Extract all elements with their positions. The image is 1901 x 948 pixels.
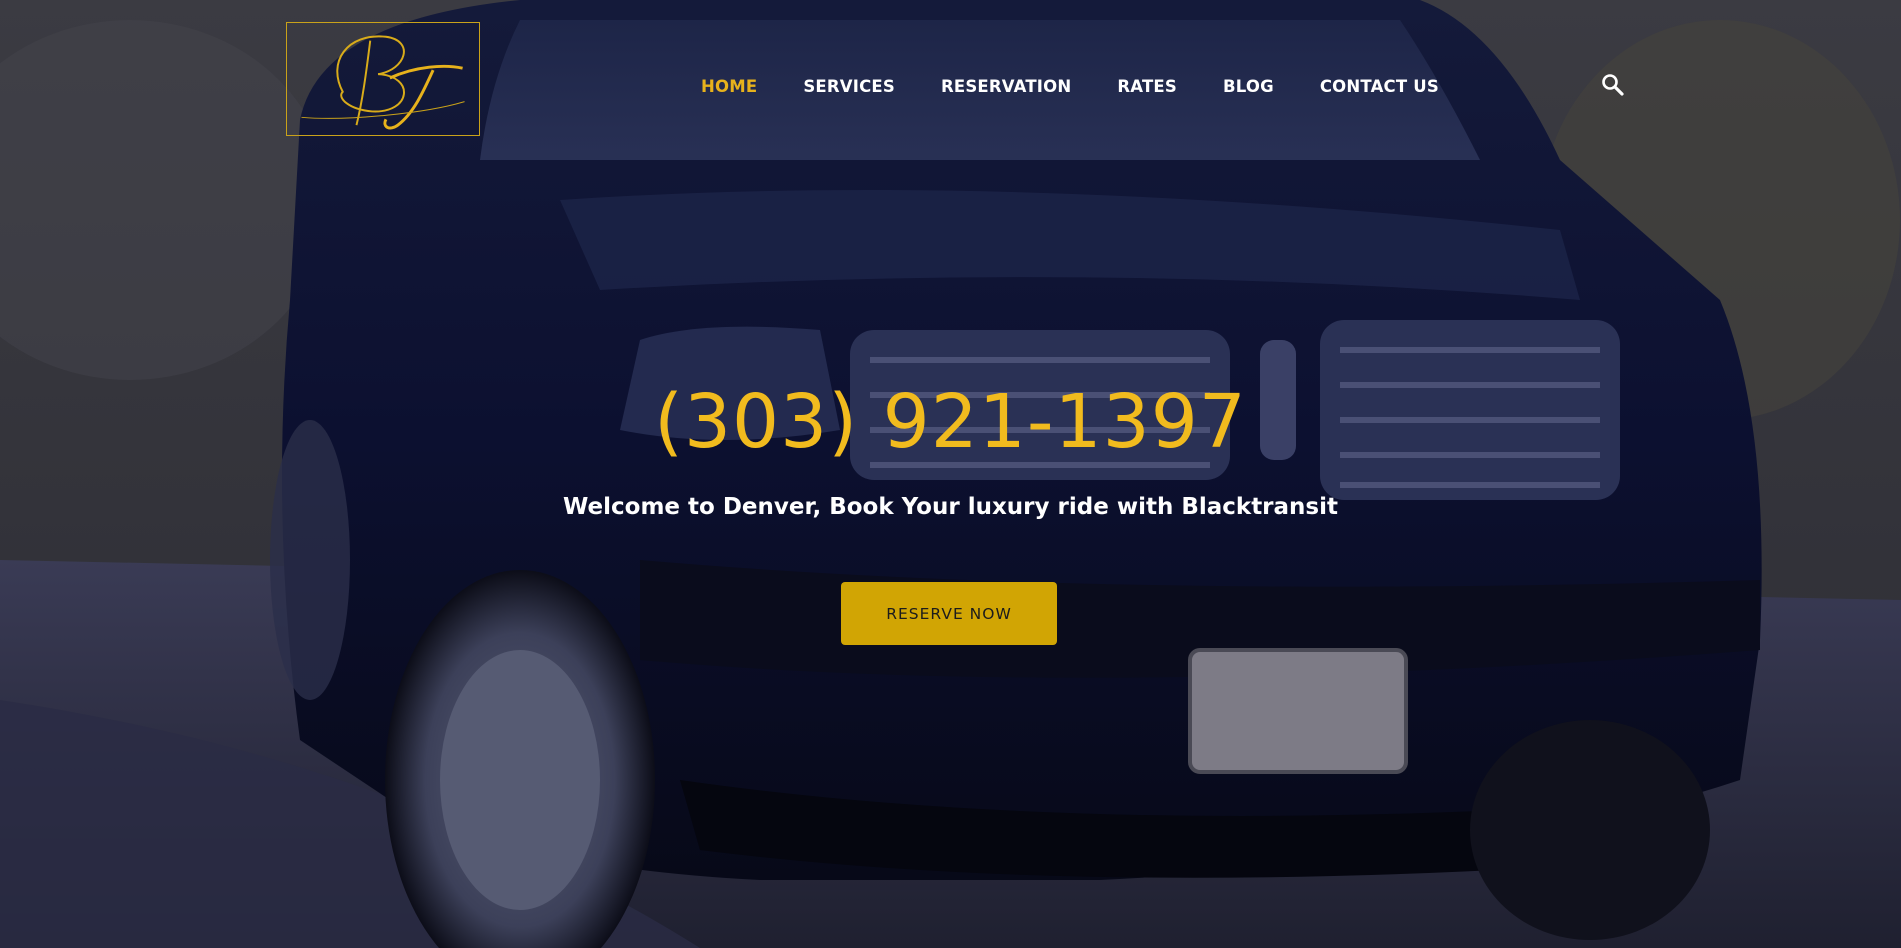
search-icon (1602, 74, 1624, 96)
search-button[interactable] (1600, 72, 1626, 98)
main-navigation: HOME SERVICES RESERVATION RATES BLOG CON… (701, 74, 1439, 98)
hero-section: (303) 921-1397 Welcome to Denver, Book Y… (0, 372, 1901, 522)
nav-item-services[interactable]: SERVICES (803, 77, 895, 96)
reserve-now-button[interactable]: RESERVE NOW (841, 582, 1057, 645)
nav-item-reservation[interactable]: RESERVATION (941, 77, 1071, 96)
hero-tagline: Welcome to Denver, Book Your luxury ride… (563, 494, 1338, 520)
nav-item-blog[interactable]: BLOG (1223, 77, 1274, 96)
logo-monogram-icon (301, 35, 465, 130)
nav-item-contact-us[interactable]: CONTACT US (1320, 77, 1439, 96)
nav-item-home[interactable]: HOME (701, 77, 757, 96)
hero-phone-number[interactable]: (303) 921-1397 (0, 372, 1901, 472)
nav-item-rates[interactable]: RATES (1117, 77, 1177, 96)
brand-logo[interactable] (286, 22, 480, 136)
